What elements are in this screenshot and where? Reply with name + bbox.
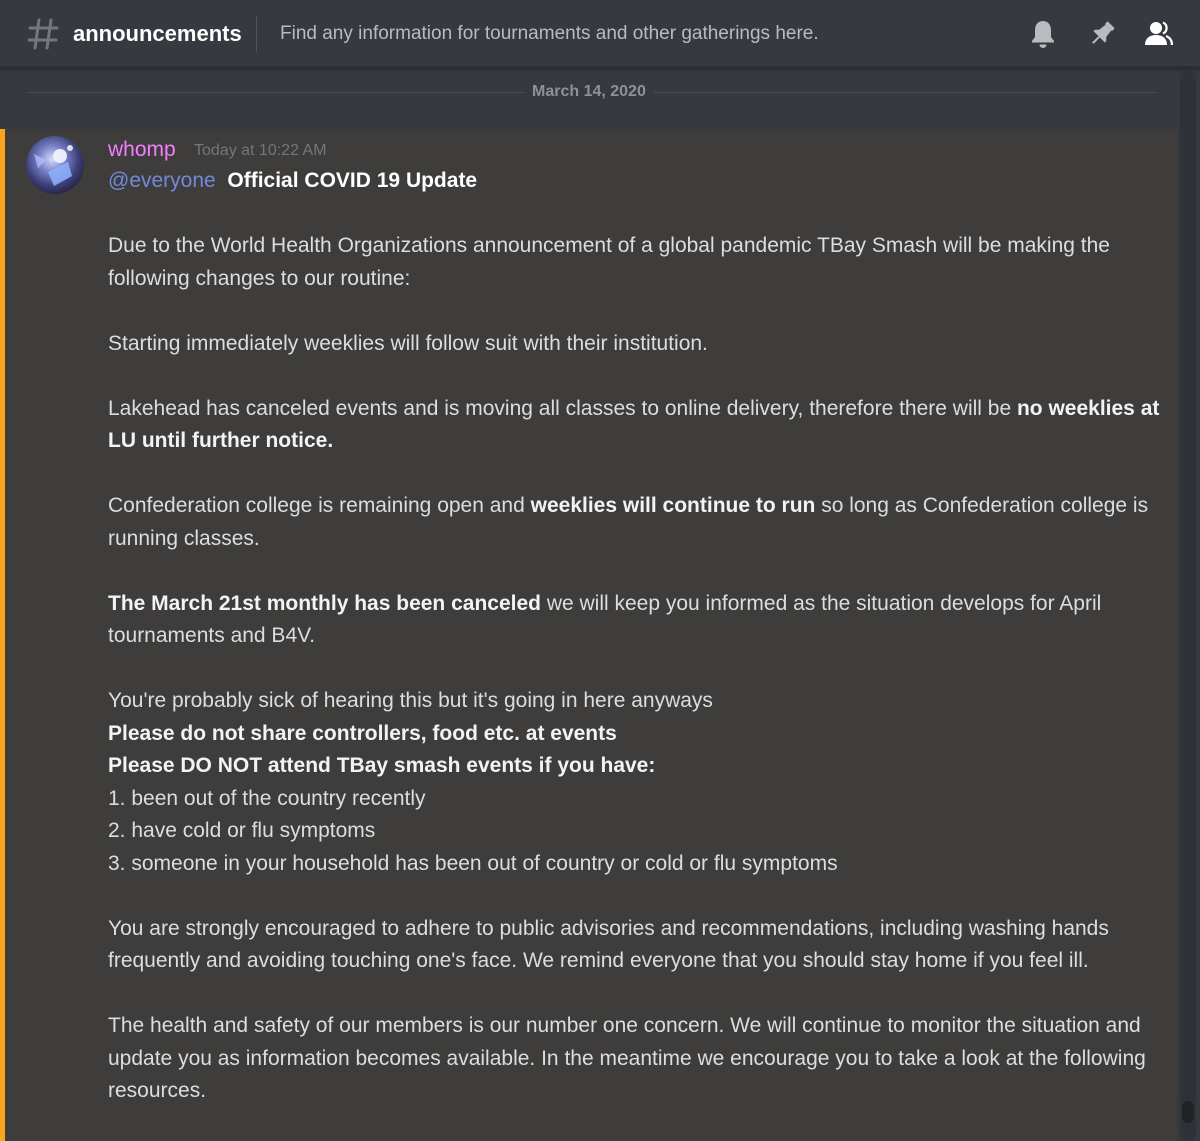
list-item: 1. been out of the country recently bbox=[108, 786, 426, 810]
paragraph-text: Confederation college is remaining open … bbox=[108, 494, 531, 517]
channel-header: announcements Find any information for t… bbox=[0, 0, 1200, 68]
paragraph: The March 21st monthly has been canceled… bbox=[108, 588, 1168, 653]
bold-text: weeklies will continue to run bbox=[530, 494, 816, 517]
members-icon[interactable] bbox=[1142, 18, 1174, 50]
bell-icon[interactable] bbox=[1027, 18, 1059, 50]
message-content: @everyone Official COVID 19 Update Due t… bbox=[108, 165, 1168, 1108]
bold-line: Please do not share controllers, food et… bbox=[108, 721, 617, 745]
scrollbar-track[interactable] bbox=[1180, 70, 1196, 1141]
paragraph: Due to the World Health Organizations an… bbox=[108, 234, 1110, 290]
pin-icon[interactable] bbox=[1086, 18, 1118, 50]
bold-line: Please DO NOT attend TBay smash events i… bbox=[108, 754, 656, 777]
channel-topic[interactable]: Find any information for tournaments and… bbox=[280, 21, 819, 47]
discord-window: announcements Find any information for t… bbox=[0, 0, 1200, 1141]
paragraph: Lakehead has canceled events and is movi… bbox=[108, 393, 1168, 458]
paragraph: Starting immediately weeklies will follo… bbox=[108, 331, 708, 355]
paragraph: You are strongly encouraged to adhere to… bbox=[108, 916, 1109, 973]
scrollbar-thumb[interactable] bbox=[1182, 1101, 1194, 1123]
paragraph: You're probably sick of hearing this but… bbox=[108, 689, 713, 712]
hash-icon bbox=[27, 18, 59, 50]
header-divider bbox=[256, 16, 257, 52]
message-headline: @everyone Official COVID 19 Update bbox=[108, 165, 1168, 198]
paragraph: Confederation college is remaining open … bbox=[108, 490, 1168, 555]
bold-text: The March 21st monthly has been canceled bbox=[108, 591, 541, 615]
message-timestamp: Today at 10:22 AM bbox=[194, 142, 327, 159]
mention-highlight-bar bbox=[0, 129, 5, 1141]
list-item: 3. someone in your household has been ou… bbox=[108, 851, 838, 875]
message-author[interactable]: whomp bbox=[108, 137, 176, 163]
list-item: 2. have cold or flu symptoms bbox=[108, 819, 376, 842]
date-divider: March 14, 2020 bbox=[524, 81, 654, 103]
paragraph: The health and safety of our members is … bbox=[108, 1014, 1146, 1102]
message[interactable]: whomp Today at 10:22 AM @everyone Offici… bbox=[0, 129, 1177, 1141]
channel-name: announcements bbox=[73, 21, 242, 46]
messages-list[interactable]: March 14, 2020 whomp Today at 10:22 AM @… bbox=[0, 70, 1200, 1141]
avatar[interactable] bbox=[26, 136, 84, 194]
everyone-mention[interactable]: @everyone bbox=[108, 169, 216, 192]
message-title: Official COVID 19 Update bbox=[227, 169, 478, 192]
paragraph-text: Lakehead has canceled events and is movi… bbox=[108, 396, 1017, 420]
